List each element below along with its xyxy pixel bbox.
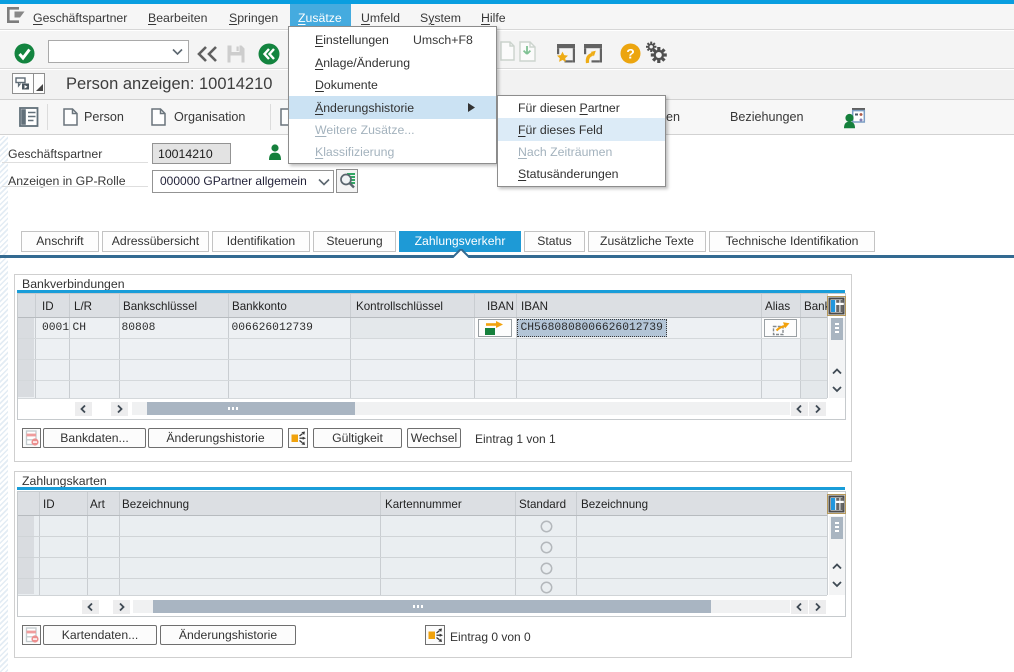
svg-text:?: ?: [626, 46, 635, 62]
